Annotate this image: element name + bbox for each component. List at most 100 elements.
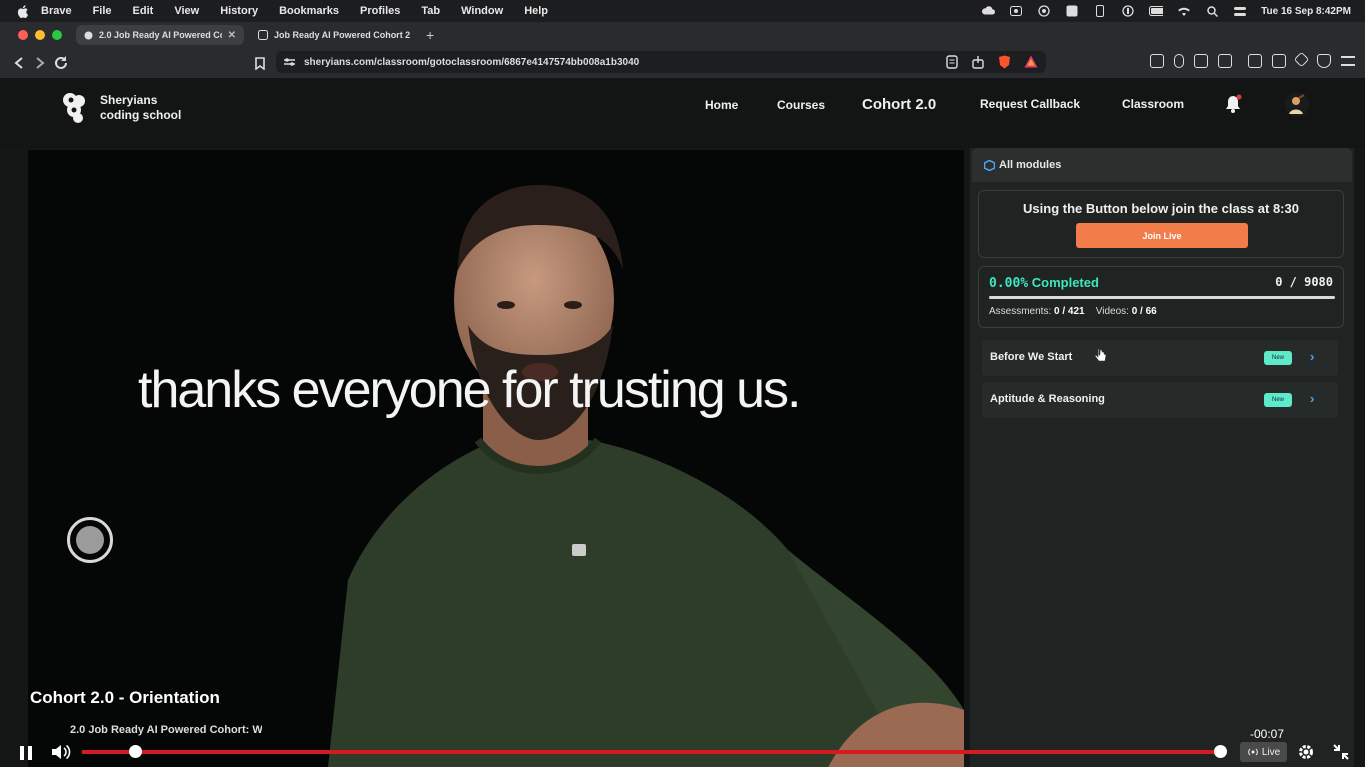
battery-small-icon[interactable]: [1093, 5, 1107, 17]
search-icon[interactable]: [1205, 5, 1219, 17]
nav-home[interactable]: Home: [705, 98, 738, 112]
screen-record-icon[interactable]: [1009, 5, 1023, 17]
tab-cohort[interactable]: Job Ready AI Powered Cohort 2.0: [250, 25, 418, 45]
chevron-right-icon[interactable]: ›: [1310, 391, 1314, 406]
favicon-icon: [84, 31, 93, 39]
menu-tab[interactable]: Tab: [421, 5, 440, 17]
video-player[interactable]: thanks everyone for trusting us.: [28, 150, 964, 767]
volume-slider-handle[interactable]: [129, 745, 142, 758]
wifi-icon[interactable]: [1177, 5, 1191, 17]
join-class-box: Using the Button below join the class at…: [978, 190, 1344, 258]
video-controls: -00:07 Live: [0, 725, 1365, 767]
nav-cohort[interactable]: Cohort 2.0: [862, 96, 936, 113]
menu-file[interactable]: File: [93, 5, 112, 17]
brand-name: Sheryians coding school: [100, 93, 181, 123]
chevron-right-icon[interactable]: ›: [1310, 349, 1314, 364]
menu-bookmarks[interactable]: Bookmarks: [279, 5, 339, 17]
extension-mouse-icon[interactable]: [1174, 54, 1184, 68]
assessments-label: Assessments:: [989, 306, 1052, 317]
vpn-icon[interactable]: [1317, 54, 1331, 68]
assessments-value: 0 / 421: [1054, 306, 1085, 317]
status-area: Tue 16 Sep 8:42PM: [981, 0, 1351, 22]
minimize-window-button[interactable]: [35, 30, 45, 40]
extension-puzzle-icon[interactable]: [1194, 54, 1208, 68]
brave-shields-icon[interactable]: [998, 55, 1012, 69]
back-button[interactable]: [9, 53, 29, 73]
battery-icon[interactable]: [1149, 5, 1164, 17]
close-tab-icon[interactable]: ✕: [228, 30, 236, 41]
brand-line-1: Sheryians: [100, 93, 158, 107]
cloud-icon[interactable]: [981, 5, 996, 17]
extension-icons: [1150, 51, 1355, 68]
extension-c-icon[interactable]: [1150, 54, 1164, 68]
address-bar[interactable]: sheryians.com/classroom/gotoclassroom/68…: [276, 51, 1046, 73]
progress-bar: [989, 296, 1335, 299]
new-badge: New: [1264, 393, 1292, 407]
forward-button[interactable]: [30, 53, 50, 73]
leo-icon[interactable]: [1293, 51, 1310, 68]
seek-bar[interactable]: [82, 750, 1222, 754]
progress-box: 0.00% Completed 0 / 9080 Assessments: 0 …: [978, 266, 1344, 328]
live-label: Live: [1261, 746, 1281, 758]
tab-classroom[interactable]: 2.0 Job Ready AI Powered Coh ✕: [76, 25, 244, 45]
url-text[interactable]: sheryians.com/classroom/gotoclassroom/68…: [304, 57, 639, 68]
brand-line-2: coding school: [100, 108, 182, 122]
new-tab-button[interactable]: +: [426, 27, 434, 43]
module-before-we-start[interactable]: Before We Start New ›: [982, 340, 1338, 376]
control-center-icon[interactable]: [1233, 5, 1247, 17]
videos-value: 0 / 66: [1131, 306, 1157, 317]
menubar-clock[interactable]: Tue 16 Sep 8:42PM: [1261, 6, 1351, 17]
live-icon: [1248, 748, 1258, 756]
all-modules-label: All modules: [999, 159, 1062, 171]
screen: { "menubar": { "items": ["Brave", "File"…: [0, 0, 1365, 767]
nav-request-callback[interactable]: Request Callback: [980, 97, 1080, 111]
module-aptitude-reasoning[interactable]: Aptitude & Reasoning New ›: [982, 382, 1338, 418]
join-live-button[interactable]: Join Live: [1076, 223, 1248, 248]
reload-button[interactable]: [51, 53, 71, 73]
menu-brave[interactable]: Brave: [41, 5, 72, 17]
extension-tab-icon[interactable]: [1218, 54, 1232, 68]
apple-icon[interactable]: [17, 4, 29, 18]
volume-icon[interactable]: [51, 743, 71, 761]
site-settings-icon[interactable]: [284, 57, 295, 67]
menu-profiles[interactable]: Profiles: [360, 5, 400, 17]
favicon-icon: [258, 30, 268, 40]
live-button[interactable]: Live: [1240, 742, 1287, 762]
close-window-button[interactable]: [18, 30, 28, 40]
nav-courses[interactable]: Courses: [777, 98, 825, 112]
menu-edit[interactable]: Edit: [133, 5, 154, 17]
zoom-window-button[interactable]: [52, 30, 62, 40]
menu-icon[interactable]: [1341, 56, 1355, 66]
browser-tab-bar: 2.0 Job Ready AI Powered Coh ✕ Job Ready…: [0, 22, 1365, 48]
progress-percent-value: 0.00%: [989, 276, 1029, 291]
menu-history[interactable]: History: [220, 5, 258, 17]
bookmark-icon[interactable]: [250, 53, 270, 73]
sidebar-toggle-icon[interactable]: [1248, 54, 1262, 68]
app-icon[interactable]: [1065, 5, 1079, 17]
cube-icon: [984, 159, 995, 171]
menu-help[interactable]: Help: [524, 5, 548, 17]
brave-rewards-icon[interactable]: [1024, 55, 1038, 69]
reader-icon[interactable]: [946, 55, 960, 69]
user-avatar[interactable]: [1284, 92, 1310, 118]
menu-view[interactable]: View: [174, 5, 199, 17]
sync-icon[interactable]: [1037, 5, 1051, 17]
nav-classroom[interactable]: Classroom: [1122, 97, 1184, 111]
site-logo[interactable]: Sheryians coding school: [60, 91, 181, 125]
wallet-icon[interactable]: [1272, 54, 1286, 68]
seek-handle[interactable]: [1214, 745, 1227, 758]
share-icon[interactable]: [972, 55, 986, 69]
notification-bell-icon[interactable]: [1224, 94, 1242, 114]
progress-percent-label: Completed: [1031, 275, 1099, 290]
menu-window[interactable]: Window: [461, 5, 503, 17]
all-modules-header[interactable]: All modules: [972, 148, 1352, 182]
site-header: Sheryians coding school Home Courses Coh…: [0, 78, 1365, 148]
pause-icon[interactable]: [18, 745, 34, 761]
progress-percent: 0.00% Completed: [989, 275, 1099, 291]
settings-gear-icon[interactable]: [1297, 743, 1315, 761]
record-button[interactable]: [67, 517, 113, 563]
presenter-image: [328, 185, 964, 767]
exit-fullscreen-icon[interactable]: [1332, 743, 1350, 761]
video-caption-text: thanks everyone for trusting us.: [138, 361, 801, 419]
focus-icon[interactable]: [1121, 5, 1135, 17]
